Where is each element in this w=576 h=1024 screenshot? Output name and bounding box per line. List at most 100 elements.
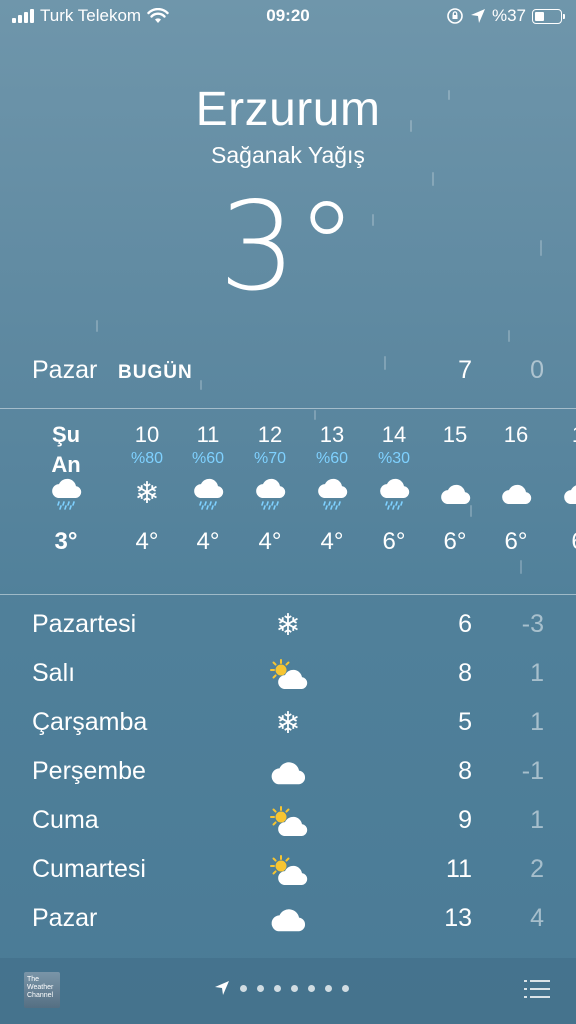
- today-day-name: Pazar: [32, 356, 98, 384]
- partly-sunny-icon: [270, 806, 308, 836]
- cloud-icon: [502, 484, 532, 504]
- rain-cloud-icon: [194, 478, 224, 510]
- hourly-item: 1 6: [548, 420, 576, 556]
- daily-row: Perşembe 8 -1: [0, 749, 576, 798]
- precip-chance: %80: [130, 450, 164, 467]
- day-name: Pazar: [32, 904, 98, 932]
- precip-chance: %70: [253, 450, 287, 467]
- partly-sunny-icon: [270, 855, 308, 885]
- hourly-item: 12 %70 4°: [240, 420, 300, 556]
- weather-condition: Sağanak Yağış: [211, 142, 365, 168]
- rain-cloud-icon: [52, 478, 82, 510]
- hour-label: 15: [442, 422, 468, 447]
- today-summary: Pazar BUGÜN 7 0: [32, 356, 544, 392]
- hourly-item: Şu An 3°: [36, 420, 96, 556]
- day-high: 13: [444, 904, 472, 932]
- cloud-icon: [272, 909, 306, 932]
- divider: [0, 594, 576, 595]
- daily-row: Salı 8 1: [0, 651, 576, 700]
- battery-percent: %37: [491, 6, 526, 25]
- day-high: 9: [458, 806, 472, 834]
- page-dot[interactable]: [257, 984, 264, 992]
- day-low: 4: [530, 904, 544, 932]
- hourly-forecast[interactable]: Şu An 3° 10 %80 ❄ 4° 11 %60 4° 12 %70 4°…: [0, 420, 576, 590]
- today-high: 7: [458, 356, 472, 384]
- daily-row: Pazartesi ❄ 6 -3: [0, 602, 576, 651]
- hourly-item: 10 %80 ❄ 4°: [117, 420, 177, 556]
- hourly-item: 14 %30 6°: [364, 420, 424, 556]
- day-name: Cuma: [32, 806, 99, 834]
- hour-temperature: 4°: [196, 528, 220, 555]
- hour-temperature: 3°: [54, 528, 78, 555]
- hour-label: 12: [257, 422, 283, 447]
- day-low: 1: [530, 806, 544, 834]
- day-low: 1: [530, 708, 544, 736]
- today-badge: BUGÜN: [118, 362, 193, 383]
- current-temperature: 3°: [218, 176, 358, 318]
- precip-chance: %60: [191, 450, 225, 467]
- hourly-item: 11 %60 4°: [178, 420, 238, 556]
- bottom-toolbar: The Weather Channel: [0, 958, 576, 1024]
- today-low: 0: [530, 356, 544, 384]
- location-arrow-icon: [215, 981, 229, 995]
- cloud-icon: [564, 485, 576, 504]
- hour-label: Şu An: [51, 422, 81, 477]
- city-list-icon[interactable]: [524, 980, 550, 1000]
- hourly-item: 13 %60 4°: [302, 420, 362, 556]
- day-name: Perşembe: [32, 757, 146, 785]
- status-bar: Turk Telekom 09:20 %37: [0, 0, 576, 34]
- rain-cloud-icon: [380, 478, 410, 510]
- divider: [0, 408, 576, 409]
- precip-chance: %60: [315, 450, 349, 467]
- day-high: 8: [458, 659, 472, 687]
- snowflake-icon: ❄: [134, 477, 160, 510]
- day-high: 11: [446, 855, 472, 883]
- snowflake-icon: ❄: [275, 609, 301, 642]
- hourly-item: 16 6°: [486, 420, 546, 556]
- page-indicator[interactable]: [214, 980, 349, 996]
- daily-row: Pazar 13 4: [0, 896, 576, 945]
- hour-temperature: 6: [548, 528, 576, 556]
- hour-temperature: 6°: [443, 528, 467, 555]
- day-low: 2: [530, 855, 544, 883]
- day-high: 5: [458, 708, 472, 736]
- day-high: 6: [458, 610, 472, 638]
- weather-channel-logo[interactable]: The Weather Channel: [24, 972, 60, 1008]
- cloud-icon: [272, 762, 306, 785]
- page-dot[interactable]: [274, 984, 281, 992]
- day-name: Çarşamba: [32, 708, 148, 736]
- day-low: -1: [521, 757, 544, 785]
- page-dot[interactable]: [342, 984, 349, 992]
- hour-label: 1: [548, 420, 576, 450]
- daily-row: Cumartesi 11 2: [0, 847, 576, 896]
- precip-chance: [548, 450, 576, 472]
- day-high: 8: [458, 757, 472, 785]
- precip-chance: [486, 450, 546, 472]
- hour-label: 11: [196, 422, 220, 447]
- page-dot[interactable]: [325, 984, 332, 992]
- precip-chance: %30: [377, 450, 411, 467]
- hour-label: 16: [503, 422, 529, 447]
- orientation-lock-icon: [447, 8, 463, 24]
- daily-row: Cuma 9 1: [0, 798, 576, 847]
- location-arrow-icon: [470, 9, 485, 23]
- hour-label: 14: [381, 422, 407, 447]
- hourly-item: 15 6°: [425, 420, 485, 556]
- day-name: Cumartesi: [32, 855, 146, 883]
- hour-temperature: 6°: [382, 528, 406, 555]
- day-name: Pazartesi: [32, 610, 137, 638]
- page-dot[interactable]: [240, 984, 247, 992]
- page-dot[interactable]: [308, 984, 315, 992]
- hour-label: 10: [134, 422, 160, 447]
- hour-temperature: 6°: [504, 528, 528, 555]
- hour-temperature: 4°: [135, 528, 159, 555]
- cloud-icon: [441, 484, 471, 504]
- hour-temperature: 4°: [258, 528, 282, 555]
- day-low: -3: [521, 610, 544, 638]
- hour-label: 13: [319, 422, 345, 447]
- rain-cloud-icon: [256, 478, 286, 510]
- city-name: Erzurum: [195, 83, 381, 136]
- day-low: 1: [530, 659, 544, 687]
- page-dot[interactable]: [291, 984, 298, 992]
- daily-row: Çarşamba ❄ 5 1: [0, 700, 576, 749]
